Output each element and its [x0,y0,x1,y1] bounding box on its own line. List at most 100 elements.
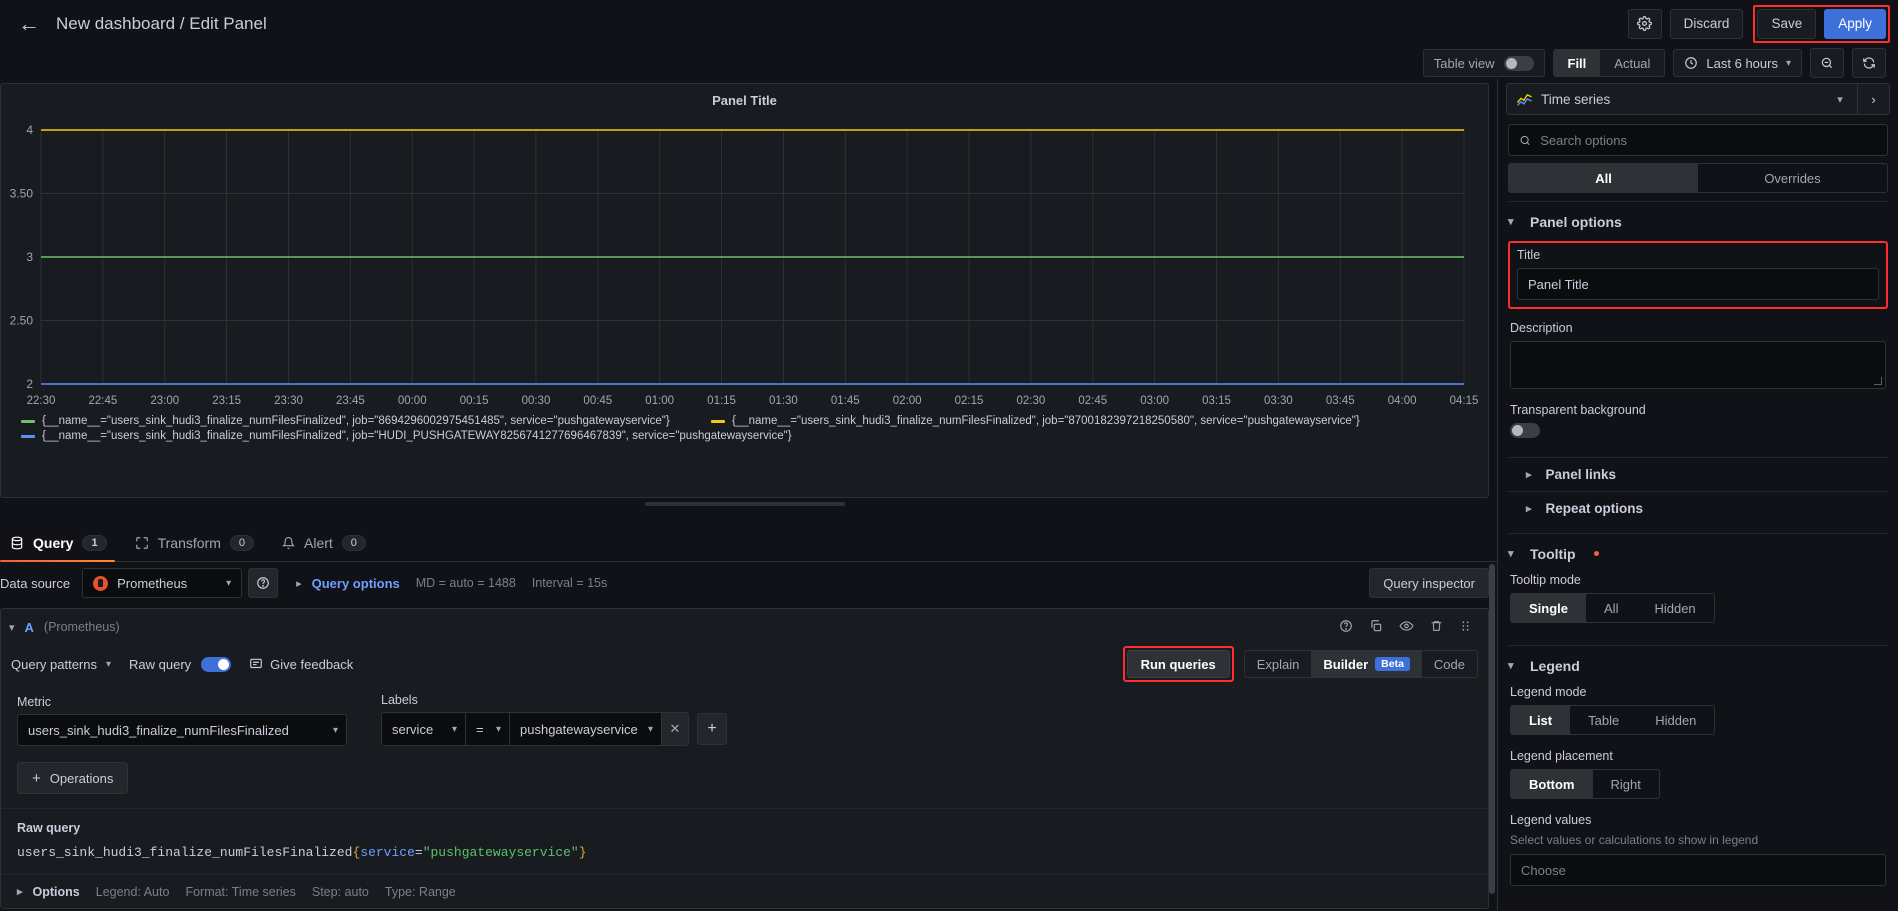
drag-icon[interactable] [1459,619,1472,636]
visualization-picker[interactable]: Time series ▾ › [1506,83,1890,115]
legend-placement-right[interactable]: Right [1593,770,1659,798]
legend-mode-list[interactable]: List [1511,706,1570,734]
legend-item[interactable]: {__name__="users_sink_hudi3_finalize_num… [21,430,792,442]
run-queries-button[interactable]: Run queries [1127,650,1230,678]
legend-item[interactable]: {__name__="users_sink_hudi3_finalize_num… [711,415,1360,427]
tab-alert[interactable]: Alert 0 [272,535,384,561]
give-feedback-link[interactable]: Give feedback [249,657,353,672]
legend-mode-table[interactable]: Table [1570,706,1637,734]
query-options-interval: Interval = 15s [532,576,607,590]
table-view-toggle[interactable]: Table view [1423,49,1545,77]
query-ref-id[interactable]: A [25,620,34,635]
svg-text:04:00: 04:00 [1388,395,1417,407]
tab-alert-badge: 0 [342,535,366,551]
tab-query-badge: 1 [82,535,106,551]
time-series-chart[interactable]: 22.5033.50422:3022:4523:0023:1523:3023:4… [1,112,1490,412]
database-icon [10,536,24,550]
raw-query-toggle[interactable]: Raw query [129,657,231,672]
fill-button[interactable]: Fill [1554,50,1601,76]
table-view-switch[interactable] [1504,56,1534,71]
tab-all[interactable]: All [1509,164,1698,192]
panel-title-input[interactable]: Panel Title [1517,268,1879,300]
gear-icon[interactable] [1628,9,1662,39]
description-textarea[interactable] [1510,341,1886,389]
label-key-select[interactable]: service ▾ [382,713,466,745]
actual-button[interactable]: Actual [1600,50,1664,76]
operations-label: Operations [50,771,114,786]
save-button[interactable]: Save [1757,9,1816,39]
options-legend: Legend: Auto [96,885,170,899]
search-options-box[interactable] [1508,124,1888,156]
query-patterns-dropdown[interactable]: Query patterns ▾ [11,657,111,672]
tooltip-mode-hidden[interactable]: Hidden [1636,594,1713,622]
transparent-bg-switch[interactable] [1510,423,1540,438]
save-apply-highlight: Save Apply [1753,5,1890,43]
label-value-select[interactable]: pushgatewayservice ▾ [510,713,662,745]
query-options-toggle[interactable]: ▸ Query options MD = auto = 1488 Interva… [296,576,607,591]
legend-placement-bottom[interactable]: Bottom [1511,770,1593,798]
prometheus-icon [93,576,108,591]
description-field: Description [1508,321,1888,403]
panel-links-section[interactable]: ▸ Panel links [1508,457,1888,491]
tab-query[interactable]: Query 1 [0,535,125,561]
data-source-picker[interactable]: Prometheus ▾ [82,568,242,598]
chart-area[interactable]: 22.5033.50422:3022:4523:0023:1523:3023:4… [1,112,1488,412]
metric-select[interactable]: users_sink_hudi3_finalize_numFilesFinali… [17,714,347,746]
tab-overrides[interactable]: Overrides [1698,164,1887,192]
chevron-down-icon[interactable]: ▾ [1823,93,1857,106]
main-split: Panel Title 22.5033.50422:3022:4523:0023… [0,79,1898,911]
legend-values-select[interactable]: Choose [1510,854,1886,886]
chevron-down-icon[interactable]: ▾ [9,621,15,634]
help-icon[interactable] [1339,619,1353,636]
legend-item[interactable]: {__name__="users_sink_hudi3_finalize_num… [21,415,711,427]
label-operator-select[interactable]: = ▾ [466,713,510,745]
legend-mode-hidden[interactable]: Hidden [1637,706,1714,734]
repeat-options-section[interactable]: ▸ Repeat options [1508,491,1888,525]
query-editor-header: ▾ A (Prometheus) [1,609,1488,645]
code-button[interactable]: Code [1422,651,1477,677]
legend-title: Legend [1530,658,1580,674]
raw-query-close-brace: } [579,845,587,860]
label-key-value: service [392,722,433,737]
tab-query-label: Query [33,535,73,551]
legend-placement-label: Legend placement [1510,749,1886,763]
editor-mode-segment: Explain Builder Beta Code [1244,650,1478,678]
beta-badge: Beta [1375,657,1410,671]
back-arrow-icon[interactable]: ← [12,7,46,41]
trash-icon[interactable] [1430,619,1443,636]
refresh-icon[interactable] [1852,48,1886,78]
legend-values-label: Legend values [1510,813,1886,827]
legend-header[interactable]: ▾ Legend [1508,645,1888,685]
explain-button[interactable]: Explain [1245,651,1312,677]
x-icon[interactable]: ✕ [662,713,688,745]
raw-query-switch[interactable] [201,657,231,672]
query-scrollbar[interactable] [1489,564,1495,894]
builder-button[interactable]: Builder Beta [1311,651,1422,677]
panel-toolbar: Table view Fill Actual Last 6 hours ▾ [0,47,1898,79]
zoom-out-icon[interactable] [1810,48,1844,78]
timeseries-icon [1507,92,1541,106]
eye-icon[interactable] [1399,619,1414,636]
plus-icon[interactable]: + [697,713,727,745]
tooltip-header[interactable]: ▾ Tooltip [1508,533,1888,573]
discard-button[interactable]: Discard [1670,9,1744,39]
svg-text:03:00: 03:00 [1140,395,1169,407]
question-circle-icon[interactable] [248,568,278,598]
run-queries-highlight: Run queries [1123,646,1234,682]
panel-resize-handle[interactable] [645,502,845,506]
options-expander[interactable]: ▸ Options [17,885,80,899]
search-options-input[interactable] [1540,133,1877,148]
time-range-picker[interactable]: Last 6 hours ▾ [1673,49,1802,77]
tab-transform[interactable]: Transform 0 [125,535,272,561]
chevron-right-icon[interactable]: › [1857,84,1889,114]
duplicate-icon[interactable] [1369,619,1383,636]
query-mode-controls: Run queries Explain Builder Beta Code [1123,646,1478,682]
tooltip-mode-all[interactable]: All [1586,594,1636,622]
query-inspector-button[interactable]: Query inspector [1369,568,1489,598]
tab-alert-label: Alert [304,535,333,551]
operations-button[interactable]: + Operations [17,762,128,794]
tooltip-mode-single[interactable]: Single [1511,594,1586,622]
apply-button[interactable]: Apply [1824,9,1886,39]
chevron-down-icon: ▾ [226,578,231,589]
panel-options-header[interactable]: ▾ Panel options [1508,201,1888,241]
